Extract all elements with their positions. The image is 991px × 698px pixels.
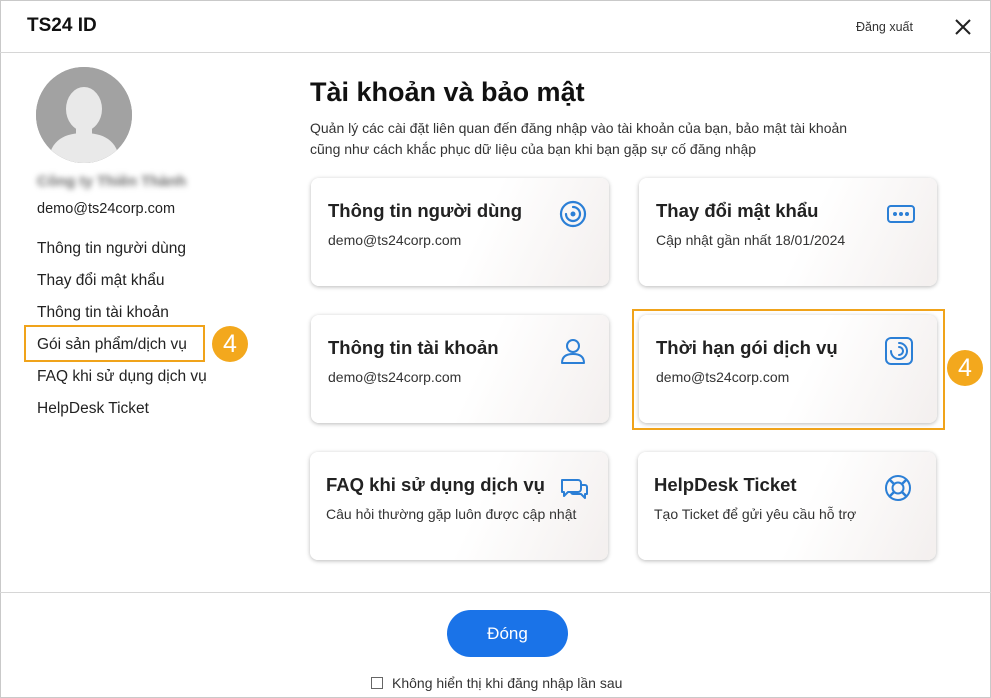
sidebar-item-change-password[interactable]: Thay đổi mật khẩu [37,272,207,304]
footer-divider [0,592,991,593]
sidebar-item-faq[interactable]: FAQ khi sử dụng dịch vụ [37,368,207,400]
card-highlight-box [632,309,945,430]
dont-show-checkbox[interactable] [371,677,383,689]
card-subtitle: demo@ts24corp.com [328,232,462,248]
card-helpdesk[interactable]: HelpDesk Ticket Tạo Ticket để gửi yêu cầ… [638,452,936,560]
chat-bubbles-icon [561,479,588,499]
card-account-info[interactable]: Thông tin tài khoản demo@ts24corp.com [311,315,609,423]
sidebar-item-helpdesk[interactable]: HelpDesk Ticket [37,400,207,432]
card-subtitle: demo@ts24corp.com [328,369,462,385]
close-icon[interactable] [950,14,976,40]
page-description: Quản lý các cài đặt liên quan đến đăng n… [310,120,848,157]
user-icon [561,339,585,364]
card-subtitle: Câu hỏi thường gặp luôn được cập nhật [326,506,577,522]
user-name: Công ty Thiên Thành [37,173,187,190]
step-badge: 4 [212,326,248,362]
swirl-icon [559,200,587,228]
card-subtitle: Tạo Ticket để gửi yêu cầu hỗ trợ [654,506,857,522]
user-avatar-icon [36,67,132,163]
card-title: HelpDesk Ticket [654,474,797,495]
page-title: Tài khoản và bảo mật [310,77,585,107]
sidebar-highlight-box [24,325,205,362]
card-change-password[interactable]: Thay đổi mật khẩu Cập nhật gần nhất 18/0… [639,178,937,286]
password-dots-icon [887,205,915,223]
step-badge: 4 [947,350,983,386]
close-button[interactable]: Đóng [447,610,568,657]
user-email: demo@ts24corp.com [37,201,176,217]
logout-link[interactable]: Đăng xuất [856,20,913,34]
card-subtitle: Cập nhật gần nhất 18/01/2024 [656,232,846,248]
card-title: Thông tin người dùng [328,200,523,221]
card-title: FAQ khi sử dụng dịch vụ [326,474,545,495]
card-user-info[interactable]: Thông tin người dùng demo@ts24corp.com [311,178,609,286]
card-title: Thông tin tài khoản [328,337,499,358]
card-title: Thay đổi mật khẩu [656,200,819,221]
sidebar-item-user-info[interactable]: Thông tin người dùng [37,240,207,272]
card-faq[interactable]: FAQ khi sử dụng dịch vụ Câu hỏi thường g… [310,452,608,560]
lifebuoy-icon [885,475,911,501]
header-divider [0,52,991,53]
dont-show-option[interactable]: Không hiển thị khi đăng nhập lần sau [371,675,622,691]
dont-show-label: Không hiển thị khi đăng nhập lần sau [392,675,623,691]
app-title: TS24 ID [27,15,97,36]
